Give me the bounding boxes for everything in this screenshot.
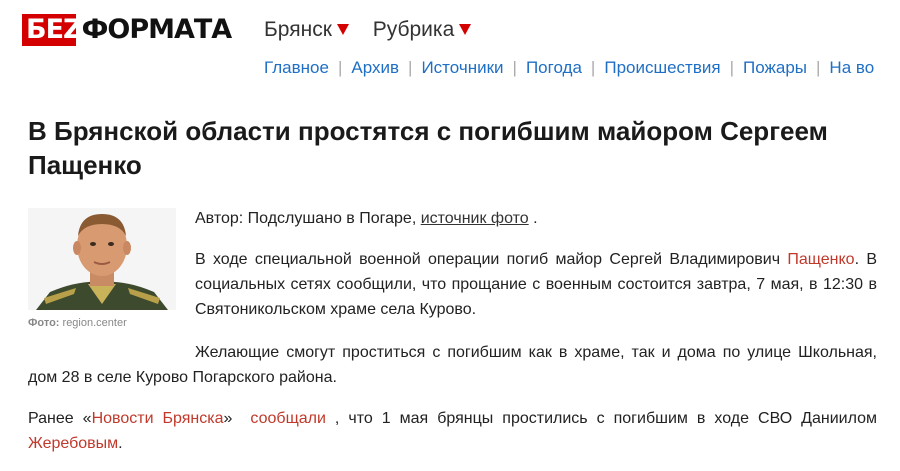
caption-label: Фото: bbox=[28, 317, 60, 329]
header-selectors: Брянск Рубрика bbox=[264, 18, 489, 42]
nav-item-main[interactable]: Главное bbox=[264, 58, 329, 77]
article-paragraph-3: Ранее «Новости Брянска» сообщали , что 1… bbox=[28, 406, 877, 456]
nav-separator: | bbox=[729, 58, 735, 77]
dropdown-arrow-icon bbox=[459, 24, 472, 35]
nav-item-weather[interactable]: Погода bbox=[526, 58, 582, 77]
nav-item-incidents[interactable]: Происшествия bbox=[604, 58, 720, 77]
p3-mid2: , что 1 мая брянцы простились с погибшим… bbox=[334, 410, 878, 427]
nav-item-archive[interactable]: Архив bbox=[351, 58, 399, 77]
p3-before: Ранее « bbox=[28, 410, 92, 427]
author-suffix: . bbox=[533, 210, 538, 227]
site-logo[interactable]: БЕZФОРМАТА bbox=[22, 14, 232, 46]
nav-separator: | bbox=[816, 58, 821, 77]
tag-link-pashchenko[interactable]: Пащенко bbox=[787, 251, 854, 268]
city-label: Брянск bbox=[264, 18, 332, 41]
caption-source: region.center bbox=[62, 317, 127, 329]
nav-separator: | bbox=[408, 58, 413, 77]
photo-caption: Фото: region.center bbox=[28, 317, 127, 329]
p3-mid1: » bbox=[223, 410, 233, 427]
p3-end: . bbox=[118, 435, 123, 452]
article-title: В Брянской области простятся с погибшим … bbox=[28, 116, 828, 180]
link-reported[interactable]: сообщали bbox=[250, 410, 325, 427]
portrait-image bbox=[28, 208, 176, 310]
link-news-bryansk[interactable]: Новости Брянска bbox=[92, 410, 224, 427]
nav-item-fires[interactable]: Пожары bbox=[743, 58, 807, 77]
photo-source-link[interactable]: источник фото bbox=[421, 210, 529, 227]
article-author: Автор: Подслушано в Погаре, источник фот… bbox=[195, 206, 877, 231]
article-paragraph-1: В ходе специальной военной операции поги… bbox=[195, 247, 877, 322]
dropdown-arrow-icon bbox=[336, 24, 349, 35]
main-nav: Главное | Архив | Источники | Погода | Происшест… bbox=[264, 58, 874, 78]
nav-item-sources[interactable]: Источники bbox=[421, 58, 503, 77]
tag-link-zherebov[interactable]: Жеребовым bbox=[28, 435, 118, 452]
nav-separator: | bbox=[512, 58, 517, 77]
city-selector[interactable]: Брянск bbox=[264, 18, 349, 42]
nav-item-more[interactable]: На во bbox=[829, 58, 874, 77]
nav-separator: | bbox=[337, 58, 343, 77]
author-prefix: Автор: Подслушано в Погаре, bbox=[195, 210, 417, 227]
article-paragraph-2: Желающие смогут проститься с погибшим ка… bbox=[28, 344, 877, 386]
logo-text: БЕZФОРМАТА bbox=[26, 14, 232, 45]
nav-separator: | bbox=[590, 58, 596, 77]
rubric-label: Рубрика bbox=[372, 18, 455, 41]
article-photo[interactable] bbox=[28, 208, 176, 310]
p1-before: В ходе специальной военной операции поги… bbox=[195, 251, 781, 268]
rubric-selector[interactable]: Рубрика bbox=[373, 18, 472, 42]
